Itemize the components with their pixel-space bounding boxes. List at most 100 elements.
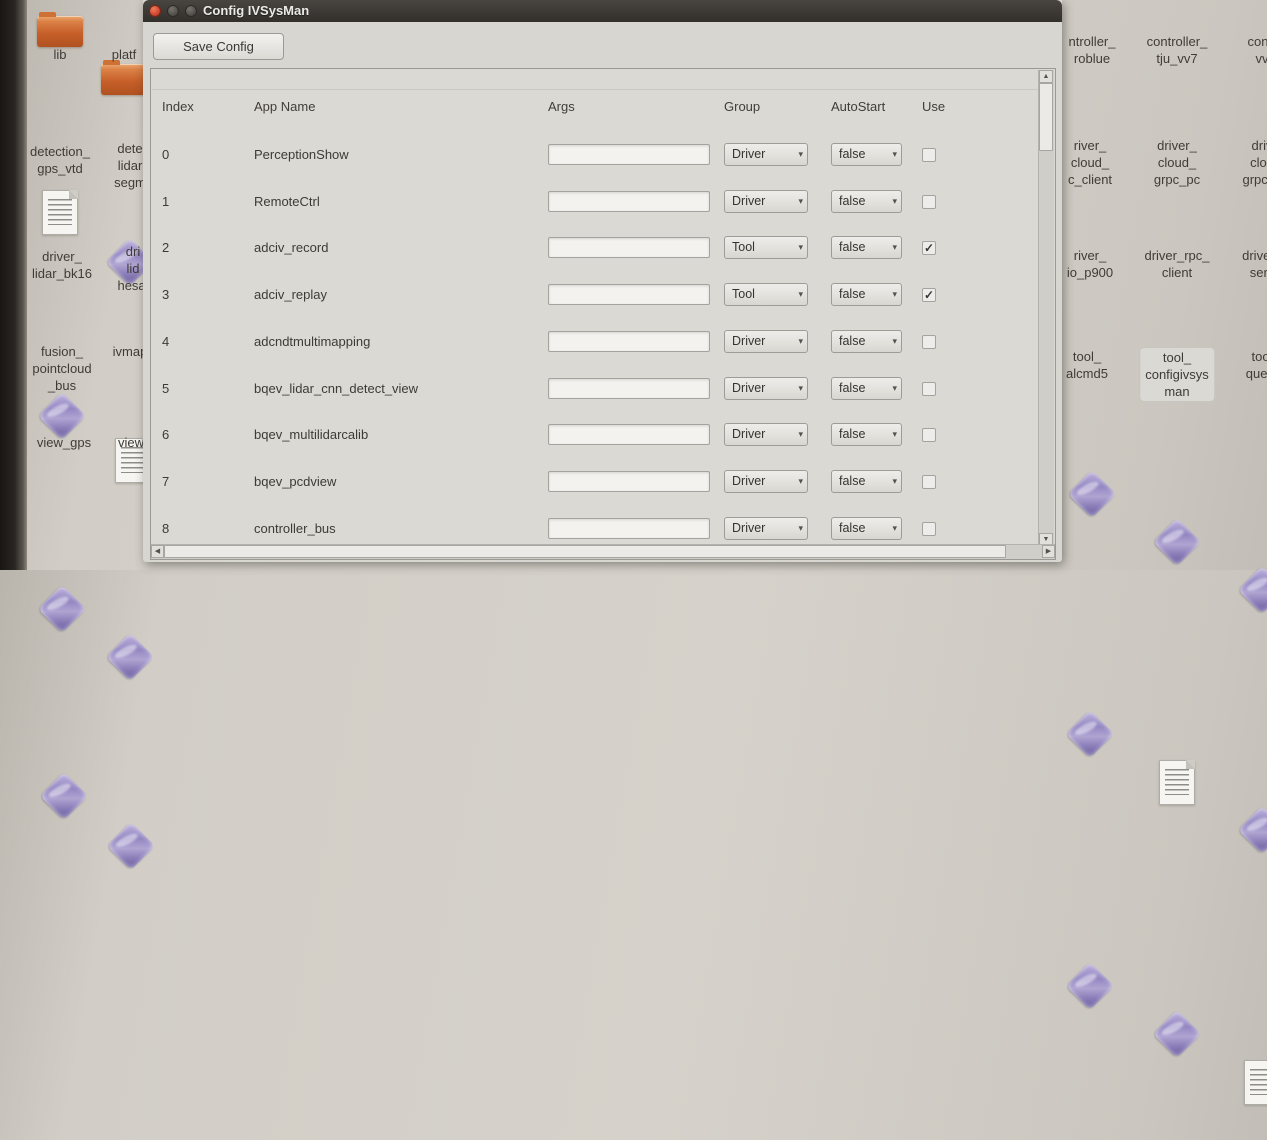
ivmap-icon[interactable]	[106, 633, 154, 681]
use-checkbox[interactable]	[922, 195, 936, 209]
platf-label[interactable]: platf	[112, 46, 137, 63]
group-dropdown[interactable]: Driver▾	[724, 190, 808, 213]
autostart-dropdown[interactable]: false▾	[831, 236, 902, 259]
icon-label-line: io_p900	[1067, 264, 1113, 281]
driver-io-p900-icon[interactable]	[1066, 962, 1114, 1010]
icon-label-line: platf	[112, 46, 137, 63]
driver-cloud-grpc-client-icon[interactable]	[1066, 710, 1114, 758]
autostart-dropdown[interactable]: false▾	[831, 143, 902, 166]
view-gps-label[interactable]: view_gps	[37, 434, 91, 451]
use-checkbox[interactable]: ✓	[922, 241, 936, 255]
controller-vv-icon[interactable]	[1238, 566, 1267, 614]
driver-io-p900-label[interactable]: river_io_p900	[1067, 247, 1113, 281]
controller-roblue-label[interactable]: ntroller_roblue	[1069, 33, 1116, 67]
group-dropdown[interactable]: Driver▾	[724, 423, 808, 446]
args-input[interactable]	[548, 284, 710, 305]
vertical-scroll-thumb[interactable]	[1039, 83, 1053, 151]
detection-gps-vtd-label[interactable]: detection_gps_vtd	[30, 143, 90, 177]
window-titlebar[interactable]: Config IVSysMan	[143, 0, 1062, 22]
vertical-scrollbar[interactable]: ▲ ▼	[1038, 70, 1054, 546]
args-input[interactable]	[548, 424, 710, 445]
dete-lidar-segm-label[interactable]: detelidarsegm	[114, 140, 146, 191]
args-input[interactable]	[548, 144, 710, 165]
use-checkbox[interactable]	[922, 475, 936, 489]
view-label[interactable]: view	[118, 434, 144, 451]
group-dropdown[interactable]: Driver▾	[724, 470, 808, 493]
controller-roblue-icon[interactable]	[1068, 470, 1116, 518]
group-dropdown[interactable]: Tool▾	[724, 283, 808, 306]
autostart-dropdown[interactable]: false▾	[831, 283, 902, 306]
autostart-dropdown[interactable]: false▾	[831, 470, 902, 493]
driver-cloud-grpc-pc-icon[interactable]	[1153, 758, 1201, 806]
args-input[interactable]	[548, 518, 710, 539]
fusion-pointcloud-bus-label[interactable]: fusion_pointcloud_bus	[32, 343, 91, 394]
driver-rpc-client-label[interactable]: driver_rpc_client	[1144, 247, 1209, 281]
icon-label-line: controller_	[1147, 33, 1208, 50]
group-dropdown-value: Driver	[732, 334, 765, 348]
folder-icon	[101, 64, 147, 95]
driver-lidar-bk16-icon[interactable]	[38, 392, 86, 440]
scroll-up-icon[interactable]: ▲	[1039, 70, 1053, 83]
close-icon[interactable]	[149, 5, 161, 17]
use-checkbox[interactable]	[922, 148, 936, 162]
autostart-dropdown[interactable]: false▾	[831, 423, 902, 446]
args-input[interactable]	[548, 331, 710, 352]
use-checkbox[interactable]	[922, 382, 936, 396]
app-name: adciv_replay	[254, 272, 327, 318]
driver-cloud-grpc-s-icon[interactable]	[1238, 806, 1267, 854]
use-checkbox[interactable]: ✓	[922, 288, 936, 302]
args-input[interactable]	[548, 471, 710, 492]
use-checkbox[interactable]	[922, 428, 936, 442]
controller-vv-label[interactable]: contrvv	[1248, 33, 1267, 67]
view-gps-icon[interactable]	[40, 772, 88, 820]
app-name: adciv_record	[254, 225, 328, 271]
args-input[interactable]	[548, 378, 710, 399]
args-input[interactable]	[548, 237, 710, 258]
minimize-icon[interactable]	[167, 5, 179, 17]
maximize-icon[interactable]	[185, 5, 197, 17]
driver-cloud-grpc-s-label[interactable]: drivclougrpc_s	[1242, 137, 1267, 188]
driver-lidar-bk16-label[interactable]: driver_lidar_bk16	[32, 248, 92, 282]
controller-tju-vv7-icon[interactable]	[1153, 518, 1201, 566]
tool-alcmd5-label[interactable]: tool_alcmd5	[1066, 348, 1108, 382]
tool-query-label[interactable]: toolquery	[1246, 348, 1267, 382]
lib-label[interactable]: lib	[53, 46, 66, 63]
group-dropdown[interactable]: Driver▾	[724, 377, 808, 400]
use-checkbox[interactable]	[922, 335, 936, 349]
group-dropdown[interactable]: Tool▾	[724, 236, 808, 259]
group-dropdown[interactable]: Driver▾	[724, 517, 808, 540]
scroll-right-icon[interactable]: ▶	[1042, 545, 1055, 558]
group-dropdown-value: Driver	[732, 381, 765, 395]
autostart-dropdown[interactable]: false▾	[831, 377, 902, 400]
icon-label-line: client	[1144, 264, 1209, 281]
group-dropdown[interactable]: Driver▾	[724, 330, 808, 353]
horizontal-scrollbar[interactable]: ◀ ▶	[151, 544, 1055, 559]
args-input[interactable]	[548, 191, 710, 212]
app-name: PerceptionShow	[254, 132, 349, 178]
driver-serv-icon[interactable]	[1238, 1058, 1267, 1106]
tool-configivsysman-label[interactable]: tool_configivsysman	[1140, 348, 1214, 401]
driver-rpc-client-icon[interactable]	[1153, 1010, 1201, 1058]
scroll-left-icon[interactable]: ◀	[151, 545, 164, 558]
save-config-button[interactable]: Save Config	[153, 33, 284, 60]
row-index: 3	[162, 272, 169, 318]
group-dropdown[interactable]: Driver▾	[724, 143, 808, 166]
fusion-pointcloud-bus-icon[interactable]	[38, 585, 86, 633]
autostart-dropdown[interactable]: false▾	[831, 190, 902, 213]
driver-serv-label[interactable]: driver_serv	[1242, 247, 1267, 281]
use-checkbox[interactable]	[922, 522, 936, 536]
controller-tju-vv7-label[interactable]: controller_tju_vv7	[1147, 33, 1208, 67]
driver-cloud-grpc-client-label[interactable]: river_cloud_c_client	[1068, 137, 1112, 188]
chevron-down-icon: ▾	[798, 284, 803, 305]
app-name: adcndtmultimapping	[254, 319, 370, 365]
group-dropdown-value: Tool	[732, 240, 755, 254]
chevron-down-icon: ▾	[892, 331, 897, 352]
icon-label-line: vv	[1248, 50, 1267, 67]
view-icon[interactable]	[107, 822, 155, 870]
autostart-dropdown[interactable]: false▾	[831, 517, 902, 540]
autostart-dropdown[interactable]: false▾	[831, 330, 902, 353]
icon-label-line: cloud_	[1154, 154, 1200, 171]
driver-cloud-grpc-pc-label[interactable]: driver_cloud_grpc_pc	[1154, 137, 1200, 188]
horizontal-scroll-thumb[interactable]	[164, 545, 1006, 558]
detection-gps-vtd-icon[interactable]	[36, 188, 84, 236]
